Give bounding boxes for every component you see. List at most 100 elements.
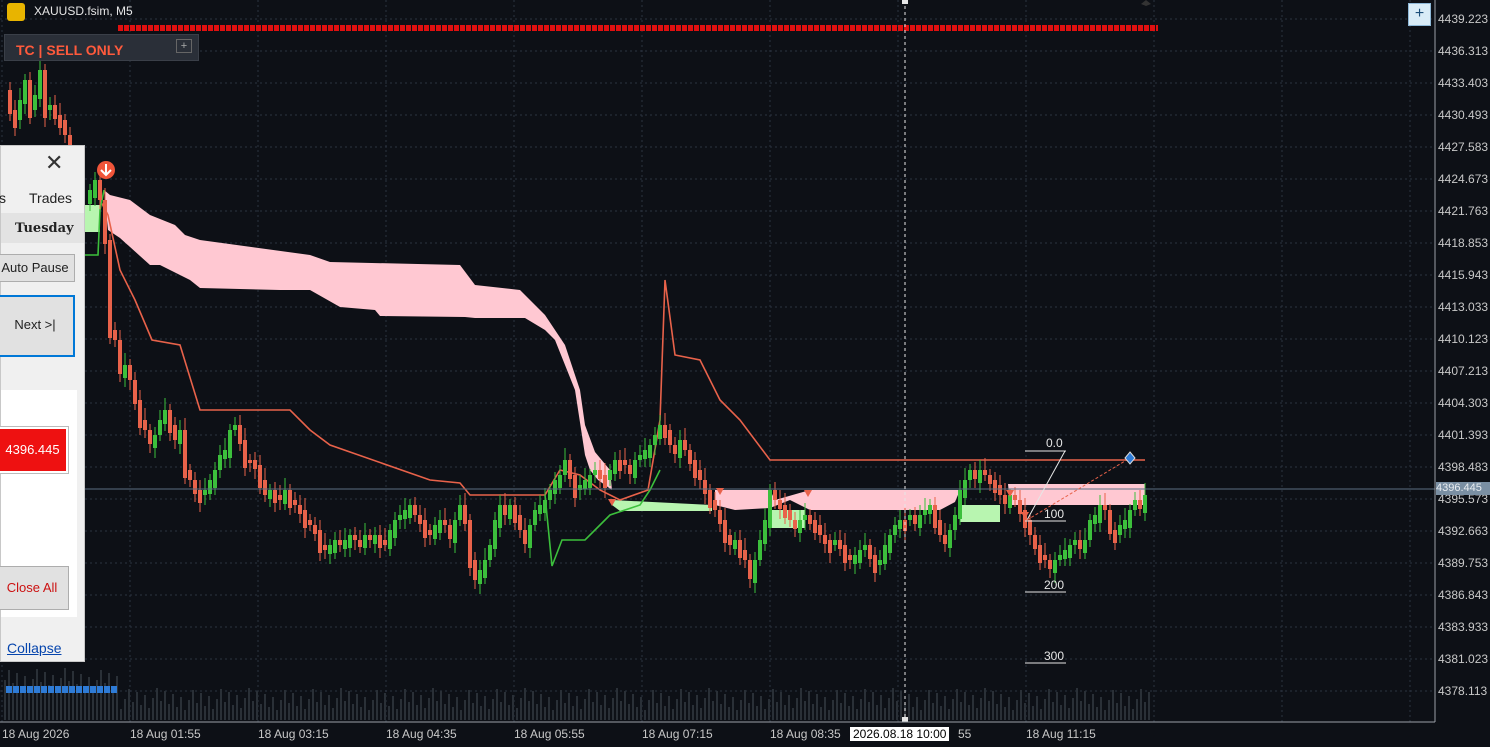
candle-body xyxy=(1108,510,1112,534)
candle-body xyxy=(1083,540,1087,553)
candle-body xyxy=(1028,520,1032,535)
volume-bar xyxy=(836,690,838,720)
candle-body xyxy=(493,520,497,549)
candle-body xyxy=(698,470,702,480)
volume-bar xyxy=(148,708,150,720)
volume-bar xyxy=(700,708,702,720)
volume-bar xyxy=(840,703,842,720)
tab-partial[interactable]: s xyxy=(0,190,6,206)
candle-body xyxy=(418,515,422,524)
candle-body xyxy=(393,520,397,538)
price-tick-label: 4404.303 xyxy=(1438,396,1489,410)
volume-bar xyxy=(288,703,290,720)
volume-bar xyxy=(676,699,678,720)
volume-bar xyxy=(16,673,18,720)
candle-body xyxy=(28,80,32,118)
candle-body xyxy=(203,490,207,495)
window-title: XAUUSD.fsim, M5 xyxy=(34,4,133,18)
volume-bar xyxy=(520,698,522,720)
candle-body xyxy=(1063,550,1067,559)
candle-body xyxy=(288,490,292,508)
candle-body xyxy=(338,540,342,545)
volume-bar xyxy=(580,709,582,720)
time-tick-label: 18 Aug 01:55 xyxy=(130,727,201,741)
volume-bar xyxy=(488,709,490,720)
volume-bar xyxy=(548,697,550,720)
volume-bar xyxy=(308,699,310,720)
volume-bar xyxy=(740,700,742,720)
price-tick-label: 4410.123 xyxy=(1438,332,1489,346)
volume-bar xyxy=(600,705,602,720)
volume-bar xyxy=(1024,703,1026,720)
price-tick-label: 4413.033 xyxy=(1438,300,1489,314)
volume-bar xyxy=(1080,701,1082,720)
volume-bar xyxy=(576,696,578,720)
volume-bar xyxy=(1120,693,1122,720)
chart-area[interactable] xyxy=(0,0,1490,747)
volume-bar xyxy=(1104,710,1106,720)
candle-body xyxy=(413,505,417,515)
candle-body xyxy=(998,485,1002,495)
crosshair-top-handle[interactable] xyxy=(902,0,908,4)
volume-bar xyxy=(324,705,326,720)
candle-body xyxy=(1093,515,1097,524)
tc-expand-button[interactable]: + xyxy=(176,39,192,53)
candle-body xyxy=(688,450,692,464)
volume-bar xyxy=(736,710,738,720)
tab-trades[interactable]: Trades xyxy=(29,190,72,206)
candle-body xyxy=(1068,545,1072,558)
price-tick-label: 4424.673 xyxy=(1438,172,1489,186)
candle-body xyxy=(763,520,767,544)
corner-add-button[interactable]: + xyxy=(1408,3,1431,26)
candle-body xyxy=(838,540,842,549)
volume-bar xyxy=(460,710,462,720)
volume-bar xyxy=(572,706,574,720)
candle-body xyxy=(143,420,147,430)
volume-bar xyxy=(292,693,294,720)
auto-pause-button[interactable]: Auto Pause xyxy=(0,254,75,282)
volume-bar xyxy=(304,709,306,720)
candle-body xyxy=(278,495,282,500)
volume-bar xyxy=(408,702,410,720)
trade-panel: ✕ s Trades Tuesday Auto Pause Next >| 43… xyxy=(0,145,85,662)
candle-body xyxy=(333,540,337,553)
volume-bar xyxy=(960,702,962,720)
candle-body xyxy=(653,435,657,445)
candle-body xyxy=(833,540,837,545)
volume-bar xyxy=(984,688,986,720)
volume-bar xyxy=(1028,693,1030,720)
close-icon[interactable]: ✕ xyxy=(45,152,63,174)
volume-bar xyxy=(816,694,818,720)
volume-bar xyxy=(268,707,270,720)
volume-bar xyxy=(28,689,30,720)
crosshair-bottom-handle[interactable] xyxy=(902,717,908,722)
volume-bar xyxy=(24,676,26,720)
candle-body xyxy=(193,480,197,494)
candle-body xyxy=(188,470,192,480)
volume-bar xyxy=(892,688,894,720)
volume-bar xyxy=(404,689,406,720)
volume-bar xyxy=(708,688,710,720)
candle-body xyxy=(403,510,407,519)
volume-bar xyxy=(848,706,850,720)
candle-body xyxy=(303,510,307,528)
price-tick-label: 4386.843 xyxy=(1438,588,1489,602)
volume-bar xyxy=(508,705,510,720)
candle-body xyxy=(658,425,662,439)
next-button[interactable]: Next >| xyxy=(0,295,75,357)
volume-bar xyxy=(716,691,718,720)
close-all-button[interactable]: Close All xyxy=(0,566,69,610)
time-tick-label: 18 Aug 05:55 xyxy=(514,727,585,741)
sell-price-button[interactable]: 4396.445 xyxy=(0,426,69,474)
volume-bar xyxy=(664,706,666,720)
candle-body xyxy=(958,490,962,519)
candle-body xyxy=(323,545,327,550)
volume-bar xyxy=(1064,695,1066,720)
volume-bar xyxy=(124,699,126,720)
collapse-link[interactable]: Collapse xyxy=(7,640,61,656)
candle-body xyxy=(798,520,802,533)
candle-body xyxy=(928,505,932,514)
target-diamond-icon[interactable] xyxy=(1124,451,1136,465)
price-tick-label: 4378.113 xyxy=(1438,684,1488,698)
time-tick-label: 18 Aug 11:15 xyxy=(1026,727,1096,741)
